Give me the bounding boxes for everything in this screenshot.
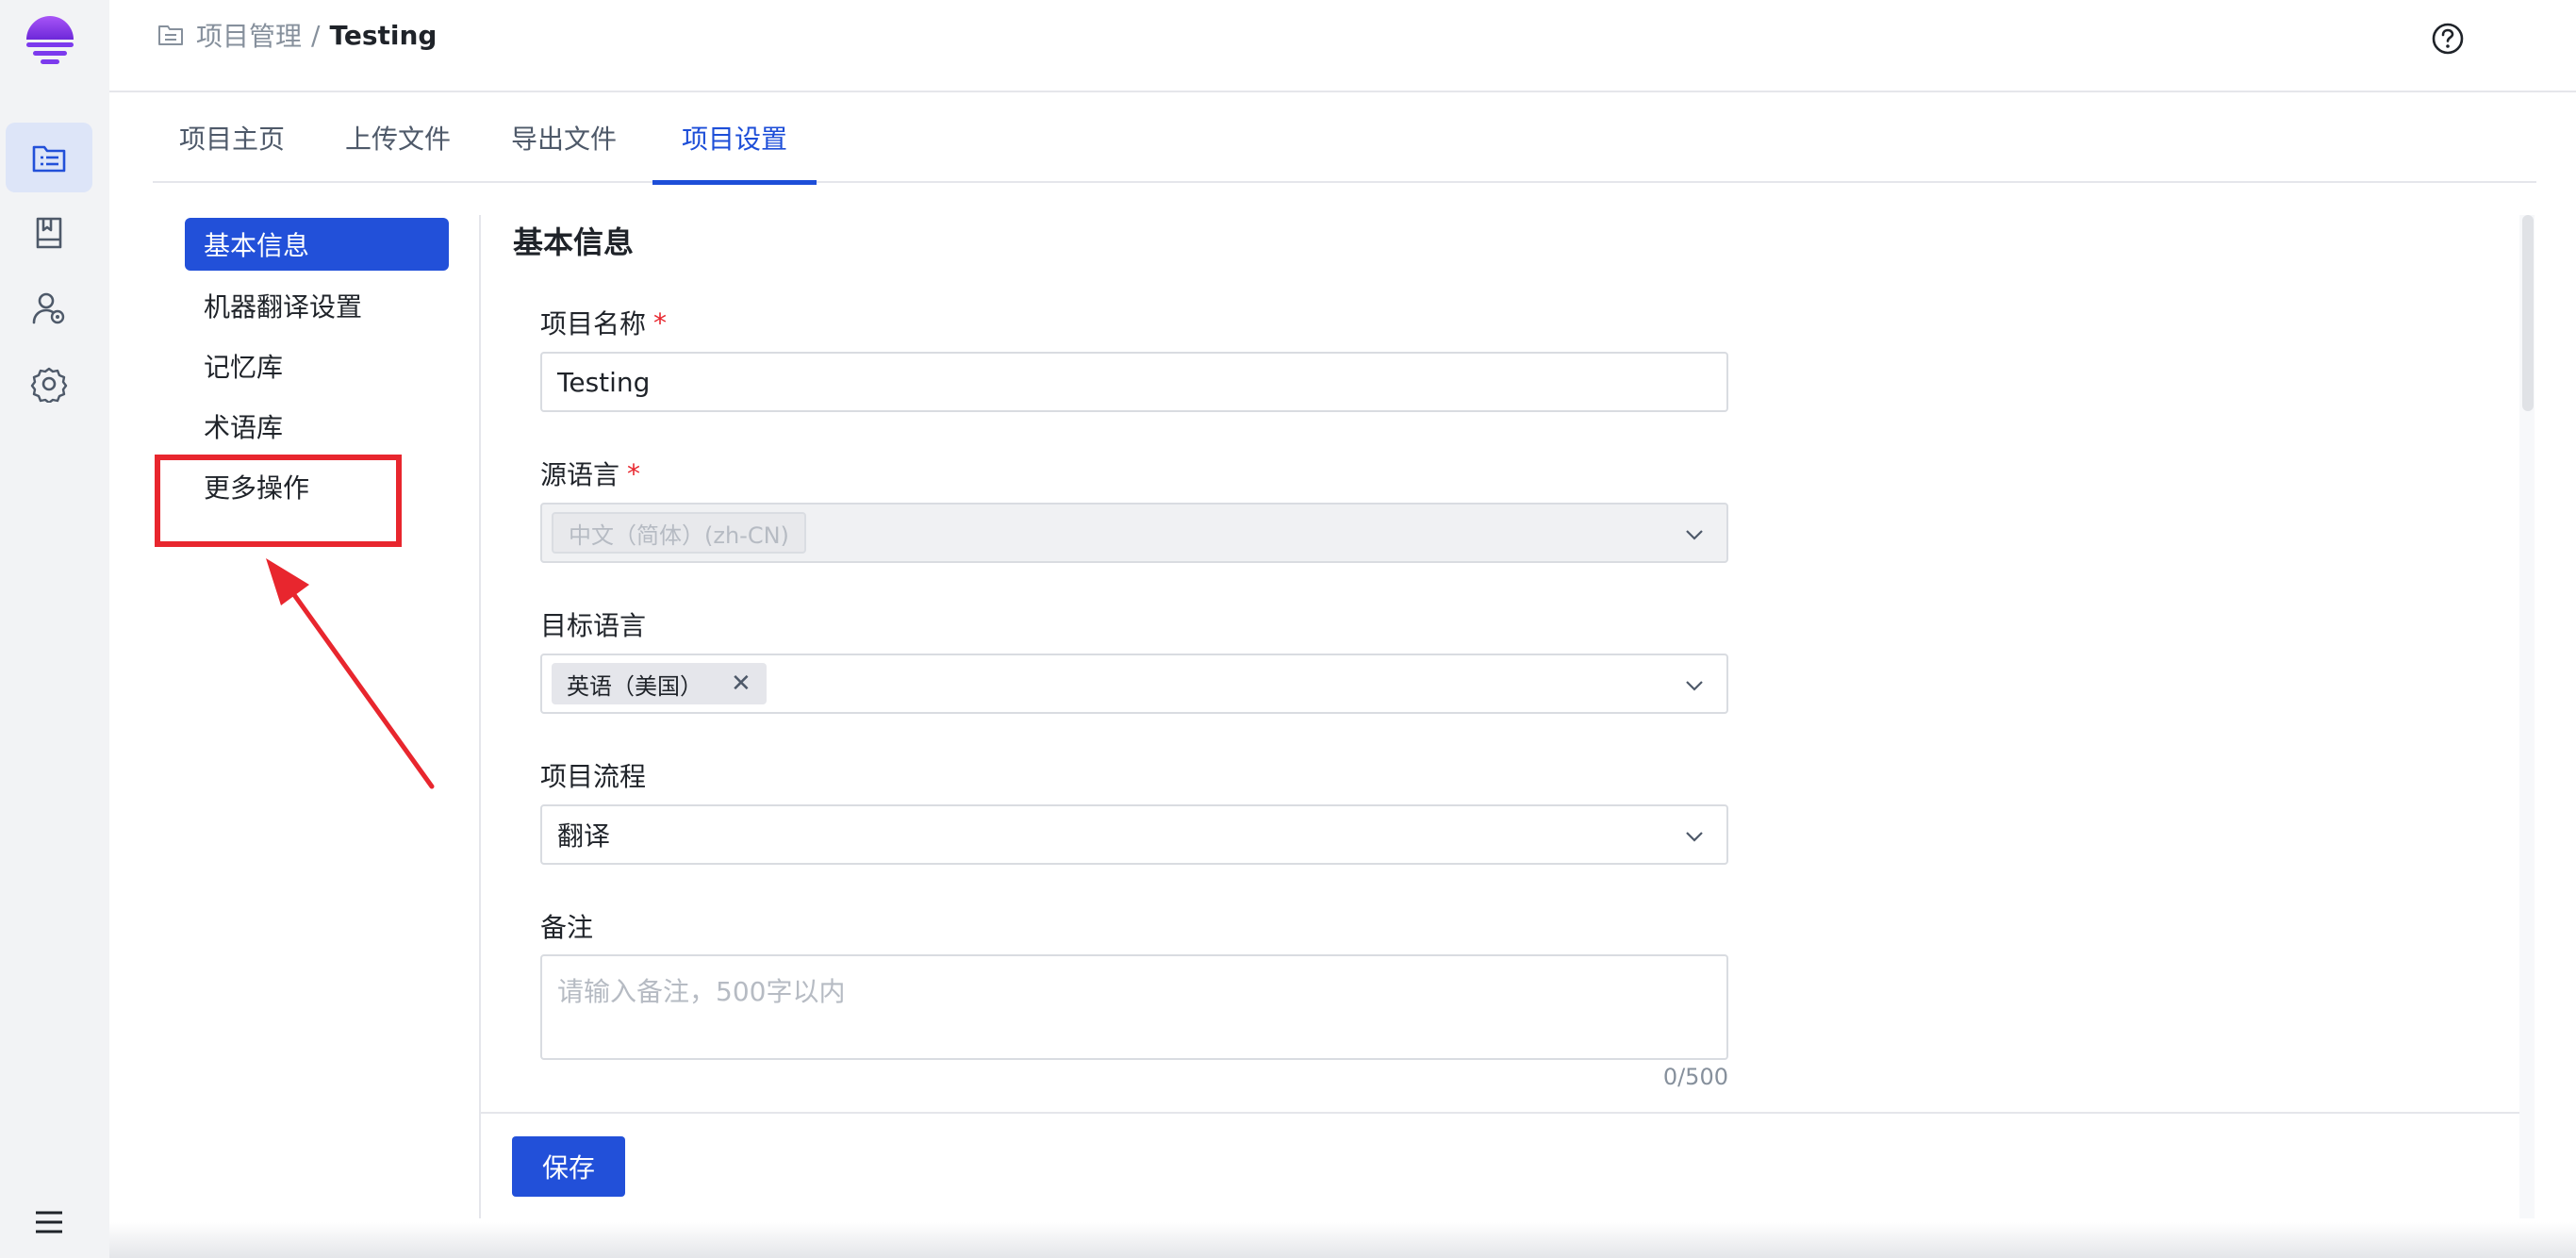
notes-char-count: 0/500 <box>1662 1064 1728 1090</box>
footer-divider <box>481 1112 2523 1114</box>
icon-rail <box>0 0 109 1258</box>
bottom-shadow <box>109 1222 2576 1258</box>
breadcrumb: 项目管理 / Testing <box>157 15 437 55</box>
scrollbar-thumb[interactable] <box>2522 215 2534 411</box>
project-name-label: 项目名称 * <box>540 304 667 341</box>
project-name-input[interactable]: Testing <box>540 352 1728 412</box>
target-language-tag-text: 英语（美国） <box>567 672 702 700</box>
nav-projects[interactable] <box>6 123 92 192</box>
hamburger-icon <box>36 1211 62 1233</box>
project-name-label-text: 项目名称 <box>540 308 647 339</box>
app-logo-icon[interactable] <box>24 13 76 68</box>
required-mark: * <box>653 306 668 339</box>
folder-list-icon <box>158 25 183 45</box>
target-language-label-text: 目标语言 <box>540 610 647 641</box>
workflow-label: 项目流程 <box>540 756 646 794</box>
submenu-machine-translation[interactable]: 机器翻译设置 <box>185 279 449 332</box>
expand-menu-button[interactable] <box>28 1203 70 1241</box>
gear-icon <box>30 367 68 403</box>
submenu-basic-info[interactable]: 基本信息 <box>185 218 449 271</box>
source-language-label-text: 源语言 <box>540 459 620 490</box>
save-button[interactable]: 保存 <box>512 1136 625 1197</box>
target-language-select[interactable]: 英语（美国） ✕ <box>540 654 1728 714</box>
breadcrumb-separator: / <box>311 19 321 51</box>
nav-library[interactable] <box>6 198 92 268</box>
chevron-down-icon[interactable] <box>1683 674 1706 697</box>
project-name-value: Testing <box>557 366 651 398</box>
annotation-highlight-box <box>155 455 402 547</box>
source-language-select: 中文（简体）(zh-CN) <box>540 503 1728 563</box>
content-divider <box>479 215 481 1218</box>
chevron-down-icon <box>1686 530 1703 540</box>
source-language-tag: 中文（简体）(zh-CN) <box>552 512 806 554</box>
workflow-value: 翻译 <box>557 820 611 852</box>
tab-project-settings[interactable]: 项目设置 <box>652 92 817 185</box>
notes-label: 备注 <box>540 907 593 945</box>
target-language-label: 目标语言 <box>540 605 646 643</box>
close-icon[interactable]: ✕ <box>731 670 751 698</box>
top-header: 项目管理 / Testing <box>109 0 2576 92</box>
chevron-down-icon[interactable] <box>1683 825 1706 848</box>
required-mark: * <box>627 457 641 489</box>
submenu-termbase[interactable]: 术语库 <box>185 400 449 453</box>
breadcrumb-parent-link[interactable]: 项目管理 <box>196 16 302 54</box>
workflow-label-text: 项目流程 <box>540 761 647 792</box>
annotation-arrow-icon <box>266 558 435 789</box>
tab-export-files[interactable]: 导出文件 <box>494 92 634 183</box>
book-icon <box>36 217 62 249</box>
project-list-icon <box>32 145 66 173</box>
nav-settings[interactable] <box>6 349 92 419</box>
help-circle-icon[interactable] <box>2429 20 2467 58</box>
nav-members[interactable] <box>6 273 92 343</box>
project-tabs: 项目主页 上传文件 导出文件 项目设置 <box>153 92 2536 185</box>
source-language-label: 源语言 * <box>540 455 640 492</box>
tab-upload-files[interactable]: 上传文件 <box>328 92 468 183</box>
breadcrumb-current: Testing <box>329 19 438 51</box>
workflow-select[interactable]: 翻译 <box>540 804 1728 865</box>
notes-textarea[interactable]: 请输入备注，500字以内 <box>540 954 1728 1060</box>
target-language-tag: 英语（美国） ✕ <box>552 663 767 704</box>
user-settings-icon <box>32 292 65 324</box>
notes-placeholder: 请输入备注，500字以内 <box>557 976 846 1007</box>
notes-label-text: 备注 <box>540 912 594 943</box>
tab-project-home[interactable]: 项目主页 <box>162 92 302 183</box>
submenu-translation-memory[interactable]: 记忆库 <box>185 339 449 392</box>
section-title: 基本信息 <box>513 224 635 260</box>
